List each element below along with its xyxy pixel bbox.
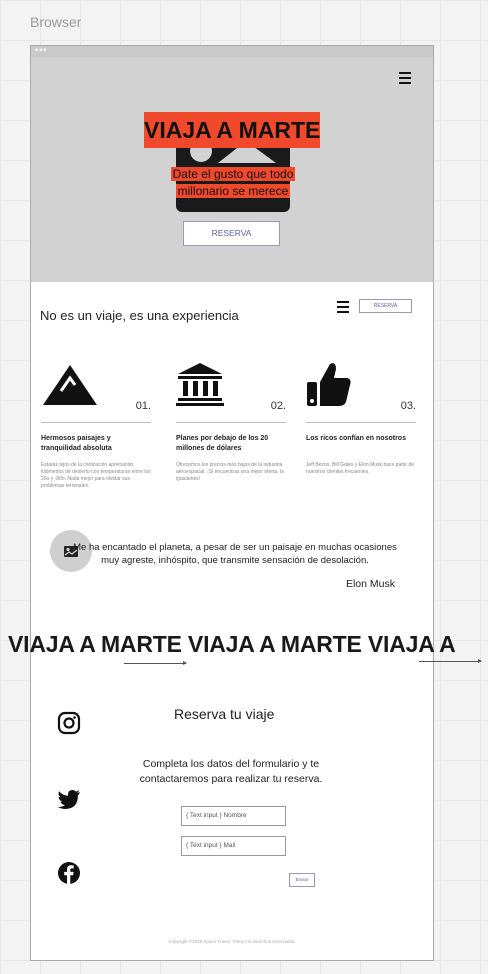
hamburger-menu-icon[interactable] <box>399 72 411 87</box>
marquee-arrow-right <box>419 659 482 663</box>
feature-number: 01. <box>135 400 151 412</box>
form-description: Completa los datos del formulario y te c… <box>139 758 323 785</box>
feature-number: 03. <box>400 400 416 412</box>
thumbs-up-icon <box>307 363 351 406</box>
name-input[interactable]: { Text input } Nombre <box>181 806 286 826</box>
nav-hamburger-icon[interactable] <box>337 301 349 316</box>
hero-reserva-button[interactable]: RESERVA <box>183 221 280 246</box>
facebook-icon[interactable] <box>57 861 81 885</box>
testimonial-quote: Me ha encantado el planeta, a pesar de s… <box>73 542 397 566</box>
mountain-icon <box>43 365 97 405</box>
footer-copyright: Copyright ©2029 Space Travel. Todos los … <box>168 939 296 944</box>
feature-divider <box>306 422 416 423</box>
browser-frame: ••• VIAJA A MARTE Date el gusto que todo… <box>30 45 434 961</box>
browser-chrome-bar: ••• <box>31 46 433 57</box>
mail-input[interactable]: { Text input } Mail <box>181 836 286 856</box>
feature-title: Los ricos confían en nosotros <box>306 435 406 442</box>
feature-divider <box>41 422 151 423</box>
form-title: Reserva tu viaje <box>174 706 275 722</box>
twitter-icon[interactable] <box>57 787 81 811</box>
hero-title: VIAJA A MARTE <box>144 112 320 148</box>
hero-section: VIAJA A MARTE Date el gusto que todo mil… <box>31 57 433 282</box>
feature-number: 02. <box>270 400 286 412</box>
instagram-icon[interactable] <box>57 711 81 735</box>
testimonial-author: Elon Musk <box>345 578 395 590</box>
feature-description: Ofrecemos los precios más bajos de la in… <box>176 462 284 482</box>
window-dots-icon: ••• <box>35 45 48 55</box>
hero-subtitle: Date el gusto que todo millonario se mer… <box>169 166 297 200</box>
hero-subtitle-text: Date el gusto que todo millonario se mer… <box>170 167 296 198</box>
feature-description: Jeff Bezos, Bill Gates y Elon Musk hace … <box>306 462 415 475</box>
submit-button[interactable]: Enviar <box>289 873 315 887</box>
feature-description: Estarás lejos de la civilización aprecia… <box>41 462 151 489</box>
marquee-text: VIAJA A MARTE VIAJA A MARTE VIAJA A <box>8 631 456 657</box>
feature-title: Planes por debajo de los 20 millones de … <box>176 435 269 452</box>
marquee-arrow-left <box>124 661 187 665</box>
nav-reserva-button[interactable]: RESERVA <box>359 299 412 313</box>
feature-divider <box>176 422 286 423</box>
canvas-label: Browser <box>30 14 82 30</box>
feature-title: Hermosos paisajes y tranquilidad absolut… <box>41 435 112 452</box>
section-title: No es un viaje, es una experiencia <box>40 308 239 323</box>
bank-icon <box>176 363 224 406</box>
